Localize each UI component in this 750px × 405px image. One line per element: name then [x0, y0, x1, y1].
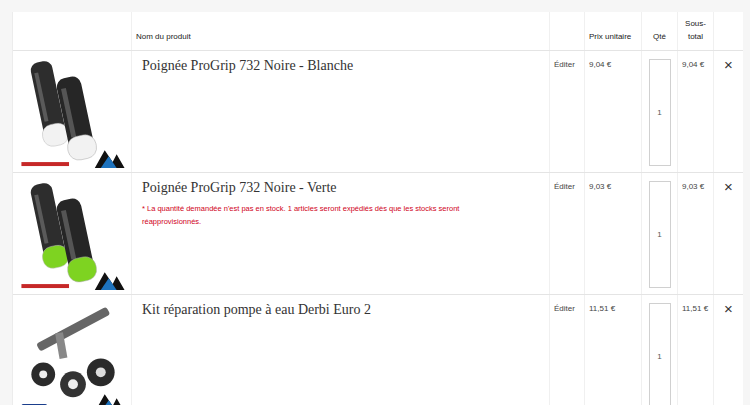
subtotal: 9,04 € — [677, 51, 713, 172]
product-name[interactable]: Poignée ProGrip 732 Noire - Verte — [142, 180, 539, 197]
edit-link[interactable]: Éditer — [549, 173, 584, 294]
unit-price: 11,51 € — [584, 295, 641, 405]
edit-link[interactable]: Éditer — [549, 51, 584, 172]
remove-button[interactable]: × — [713, 51, 743, 172]
stock-warning: * La quantité demandée n'est pas en stoc… — [142, 203, 492, 229]
subtotal: 11,51 € — [677, 295, 713, 405]
qty-cell: 1 — [641, 51, 677, 172]
qty-header: Qté — [641, 12, 677, 50]
repair-kit-image-icon — [13, 295, 131, 405]
edit-link[interactable]: Éditer — [549, 295, 584, 405]
product-cell: Poignée ProGrip 732 Noire - Verte * La qu… — [131, 173, 549, 294]
product-cell: Kit réparation pompe à eau Derbi Euro 2 — [131, 295, 549, 405]
qty-cell: 1 — [641, 295, 677, 405]
qty-cell: 1 — [641, 173, 677, 294]
grip-image-icon — [13, 173, 131, 294]
image-header — [13, 12, 131, 50]
product-image[interactable] — [13, 295, 131, 405]
cart-row: Kit réparation pompe à eau Derbi Euro 2 É… — [13, 295, 743, 405]
remove-button[interactable]: × — [713, 295, 743, 405]
product-image[interactable] — [13, 51, 131, 172]
header-row: Nom du produit Prix unitaireQtéSous-total — [13, 12, 743, 51]
grip-image-icon — [13, 51, 131, 172]
qty-input[interactable]: 1 — [649, 181, 671, 288]
unit-price: 9,04 € — [584, 51, 641, 172]
cart-page: Nom du produit Prix unitaireQtéSous-total… — [0, 0, 750, 405]
product-name[interactable]: Poignée ProGrip 732 Noire - Blanche — [142, 58, 539, 75]
remove-header — [713, 12, 743, 50]
remove-button[interactable]: × — [713, 173, 743, 294]
qty-input[interactable]: 1 — [649, 59, 671, 166]
subtotal: 9,03 € — [677, 173, 713, 294]
qty-input[interactable]: 1 — [649, 303, 671, 405]
cart-row: Poignée ProGrip 732 Noire - Blanche Édite… — [13, 51, 743, 173]
product-name[interactable]: Kit réparation pompe à eau Derbi Euro 2 — [142, 302, 539, 319]
product-image[interactable] — [13, 173, 131, 294]
cart-row: Poignée ProGrip 732 Noire - Verte * La qu… — [13, 173, 743, 295]
subtotal-header: Sous-total — [677, 12, 713, 50]
product-cell: Poignée ProGrip 732 Noire - Blanche — [131, 51, 549, 172]
price-header: Prix unitaire — [584, 12, 641, 50]
unit-price: 9,03 € — [584, 173, 641, 294]
edit-header — [549, 12, 584, 50]
cart-table: Nom du produit Prix unitaireQtéSous-total… — [12, 12, 743, 405]
name-header: Nom du produit — [131, 12, 549, 50]
